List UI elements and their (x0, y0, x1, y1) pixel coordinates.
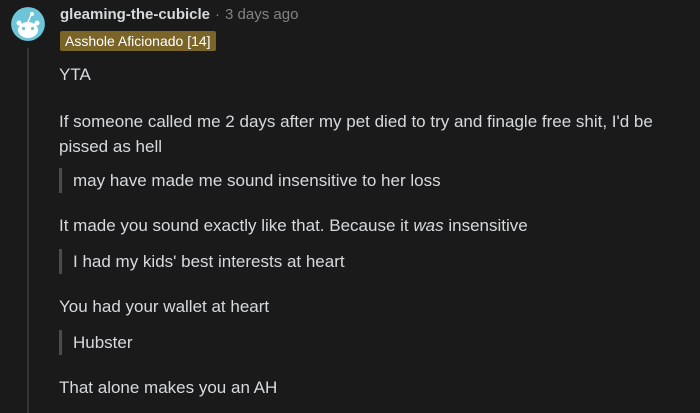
timestamp[interactable]: 3 days ago (225, 6, 298, 23)
paragraph: It made you sound exactly like that. Bec… (59, 213, 689, 238)
comment-header: gleaming-the-cubicle · 3 days ago (60, 6, 298, 23)
user-flair: Asshole Aficionado [14] (60, 31, 216, 51)
paragraph: That alone makes you an AH (59, 378, 278, 397)
paragraph-text: insensitive (443, 216, 528, 235)
comment-body: YTA If someone called me 2 days after my… (59, 62, 689, 400)
paragraph-verdict: YTA (59, 65, 91, 84)
emphasis-text: was (413, 216, 444, 235)
username[interactable]: gleaming-the-cubicle (60, 6, 210, 23)
blockquote: I had my kids' best interests at heart (59, 249, 689, 274)
blockquote: may have made me sound insensitive to he… (59, 168, 689, 193)
paragraph: You had your wallet at heart (59, 297, 270, 316)
avatar[interactable] (11, 7, 45, 41)
paragraph: If someone called me 2 days after my pet… (59, 112, 653, 156)
meta-separator: · (215, 6, 221, 23)
reddit-snoo-avatar-icon (11, 7, 45, 41)
paragraph-text: It made you sound exactly like that. Bec… (59, 216, 414, 235)
thread-line[interactable] (27, 48, 29, 413)
blockquote: Hubster (59, 330, 689, 355)
